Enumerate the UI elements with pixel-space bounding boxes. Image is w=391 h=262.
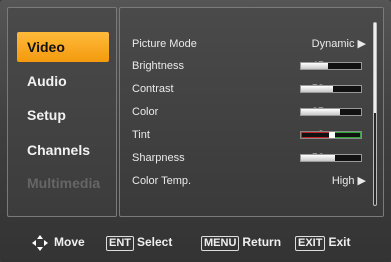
exit-key: EXIT bbox=[295, 236, 326, 251]
tint-knob[interactable] bbox=[329, 132, 335, 138]
scrollbar-thumb[interactable] bbox=[374, 23, 376, 113]
return-label: Return bbox=[242, 235, 282, 249]
menu-key: MENU bbox=[201, 236, 240, 251]
tv-osd-frame: Video Audio Setup Channels Multimedia Pi… bbox=[0, 0, 391, 262]
picture-mode-label: Picture Mode bbox=[132, 38, 197, 50]
return-hint: MENU Return bbox=[201, 234, 282, 251]
color-row[interactable]: Color 65 bbox=[132, 103, 372, 121]
tint-green-side bbox=[331, 132, 361, 138]
color-label: Color bbox=[132, 106, 159, 118]
dpad-arrows-icon bbox=[32, 234, 48, 251]
tint-label: Tint bbox=[132, 129, 150, 141]
exit-hint: EXIT Exit bbox=[295, 234, 351, 251]
picture-mode-value[interactable]: Dynamic ▶ bbox=[312, 35, 366, 53]
brightness-label: Brightness bbox=[132, 60, 184, 72]
menu-sidebar: Video Audio Setup Channels Multimedia bbox=[7, 7, 117, 217]
contrast-fill bbox=[301, 86, 333, 92]
sharpness-slider[interactable] bbox=[300, 154, 362, 162]
color-temp-row[interactable]: Color Temp. High ▶ bbox=[132, 172, 372, 190]
menu-item-channels[interactable]: Channels bbox=[17, 135, 109, 165]
sharpness-label: Sharpness bbox=[132, 152, 185, 164]
ent-key: ENT bbox=[106, 236, 134, 251]
tint-row[interactable]: Tint 0 bbox=[132, 126, 372, 144]
right-arrow-icon: ▶ bbox=[357, 38, 366, 50]
color-temp-value-text: High bbox=[331, 175, 355, 187]
contrast-slider[interactable] bbox=[300, 85, 362, 93]
brightness-row[interactable]: Brightness 45 bbox=[132, 57, 372, 75]
footer-help-bar: Move ENT Select MENU Return EXIT Exit bbox=[0, 222, 391, 262]
menu-item-audio[interactable]: Audio bbox=[17, 66, 109, 96]
menu-item-video[interactable]: Video bbox=[17, 32, 109, 62]
picture-mode-value-text: Dynamic bbox=[311, 38, 355, 50]
select-label: Select bbox=[137, 235, 173, 249]
exit-label: Exit bbox=[328, 235, 351, 249]
sharpness-row[interactable]: Sharpness 56 bbox=[132, 149, 372, 167]
color-temp-label: Color Temp. bbox=[132, 175, 192, 187]
brightness-fill bbox=[301, 63, 328, 69]
picture-mode-row[interactable]: Picture Mode Dynamic ▶ bbox=[132, 35, 372, 53]
color-temp-value[interactable]: High ▶ bbox=[332, 172, 366, 190]
contrast-row[interactable]: Contrast 53 bbox=[132, 80, 372, 98]
tint-red-side bbox=[301, 132, 331, 138]
move-label: Move bbox=[54, 235, 85, 249]
sharpness-fill bbox=[301, 155, 335, 161]
menu-item-multimedia: Multimedia bbox=[27, 175, 101, 191]
contrast-label: Contrast bbox=[132, 83, 174, 95]
color-fill bbox=[301, 109, 340, 115]
color-slider[interactable] bbox=[300, 108, 362, 116]
right-arrow-icon: ▶ bbox=[357, 175, 366, 187]
menu-item-setup[interactable]: Setup bbox=[17, 100, 109, 130]
video-settings-panel: Picture Mode Dynamic ▶ Brightness 45 Con… bbox=[119, 7, 384, 217]
select-hint: ENT Select bbox=[106, 234, 173, 251]
tint-slider[interactable] bbox=[300, 131, 362, 139]
scrollbar[interactable] bbox=[373, 22, 377, 206]
brightness-slider[interactable] bbox=[300, 62, 362, 70]
move-hint: Move bbox=[32, 234, 85, 251]
